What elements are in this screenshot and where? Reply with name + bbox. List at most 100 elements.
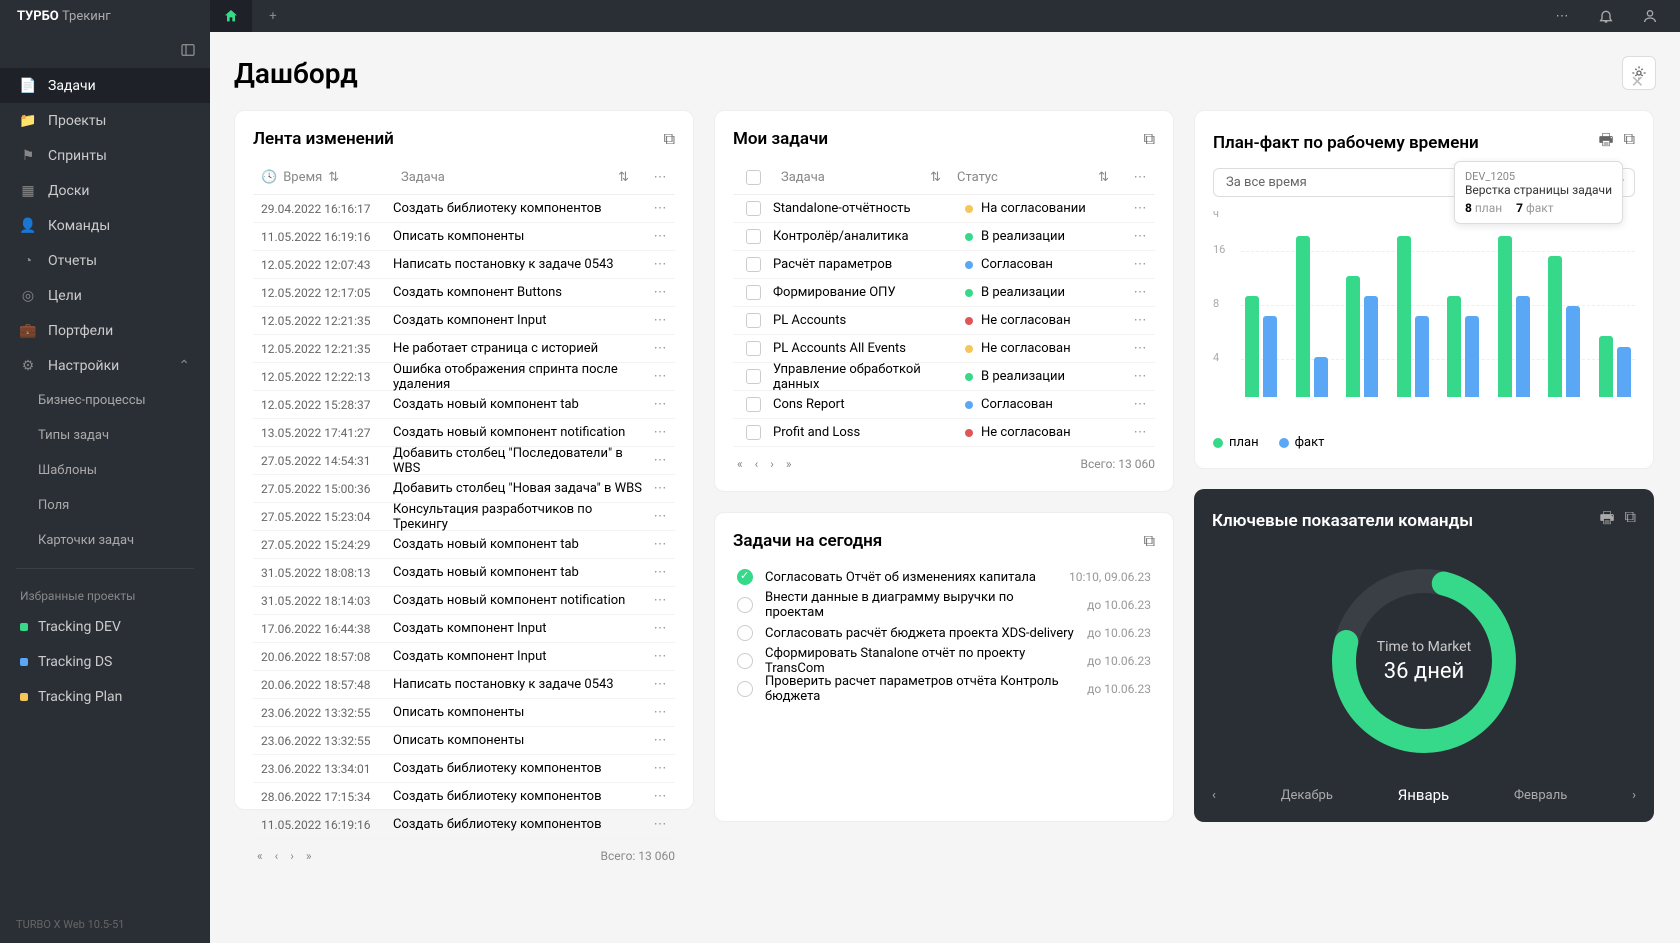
table-row[interactable]: 27.05.2022 15:24:29Создать новый компоне… [253, 531, 675, 559]
row-menu-icon[interactable]: ⋯ [645, 285, 675, 300]
table-row[interactable]: 31.05.2022 18:14:03Создать новый компоне… [253, 587, 675, 615]
table-row[interactable]: 11.05.2022 16:19:16Создать библиотеку ко… [253, 811, 675, 839]
sort-icon[interactable]: ⇅ [1098, 170, 1109, 185]
more-icon[interactable]: ⋯ [1544, 0, 1580, 32]
sidebar-item-target[interactable]: ◎Цели [0, 278, 210, 313]
table-row[interactable]: Контролёр/аналитикаВ реализации⋯ [733, 223, 1155, 251]
bar-group[interactable] [1296, 236, 1329, 398]
month-prev-label[interactable]: Декабрь [1281, 788, 1333, 803]
pager-last[interactable]: » [302, 847, 316, 865]
table-row[interactable]: 23.06.2022 13:32:55Описать компоненты⋯ [253, 727, 675, 755]
row-menu-icon[interactable]: ⋯ [645, 621, 675, 636]
row-checkbox[interactable] [746, 285, 761, 300]
table-row[interactable]: 17.06.2022 16:44:38Создать компонент Inp… [253, 615, 675, 643]
today-item[interactable]: Согласовать расчёт бюджета проекта XDS-d… [733, 619, 1155, 647]
row-menu-icon[interactable]: ⋯ [1125, 313, 1155, 328]
table-row[interactable]: PL AccountsНе согласован⋯ [733, 307, 1155, 335]
table-row[interactable]: 27.05.2022 15:23:04Консультация разработ… [253, 503, 675, 531]
row-menu-icon[interactable]: ⋯ [645, 593, 675, 608]
row-menu-icon[interactable]: ⋯ [645, 369, 675, 384]
today-item[interactable]: Согласовать Отчёт об изменениях капитала… [733, 563, 1155, 591]
pager-first[interactable]: « [253, 847, 267, 865]
home-tab[interactable] [210, 0, 252, 32]
row-menu-icon[interactable]: ⋯ [1125, 257, 1155, 272]
bar-group[interactable] [1599, 336, 1632, 397]
open-icon[interactable]: ⧉ [1144, 531, 1155, 551]
task-radio[interactable] [737, 653, 753, 669]
bar-group[interactable] [1498, 236, 1531, 398]
table-row[interactable]: Формирование ОПУВ реализации⋯ [733, 279, 1155, 307]
row-menu-icon[interactable]: ⋯ [645, 817, 675, 832]
table-row[interactable]: 12.05.2022 12:07:43Написать постановку к… [253, 251, 675, 279]
open-icon[interactable]: ⧉ [664, 129, 675, 149]
month-next-label[interactable]: Февраль [1514, 788, 1567, 803]
table-row[interactable]: 11.05.2022 16:19:16Описать компоненты⋯ [253, 223, 675, 251]
sidebar-item-gear[interactable]: ⚙Настройки⌃ [0, 348, 210, 383]
month-next-btn[interactable]: › [1632, 788, 1636, 803]
table-row[interactable]: 31.05.2022 18:08:13Создать новый компоне… [253, 559, 675, 587]
table-row[interactable]: 23.06.2022 13:32:55Описать компоненты⋯ [253, 699, 675, 727]
task-radio[interactable] [737, 569, 753, 585]
bar-group[interactable] [1447, 296, 1480, 397]
row-checkbox[interactable] [746, 201, 761, 216]
task-radio[interactable] [737, 597, 753, 613]
table-row[interactable]: 23.06.2022 13:34:01Создать библиотеку ко… [253, 755, 675, 783]
row-menu-icon[interactable]: ⋯ [1125, 369, 1155, 384]
row-checkbox[interactable] [746, 341, 761, 356]
row-menu-icon[interactable]: ⋯ [1125, 229, 1155, 244]
col-task-header[interactable]: Задача [401, 170, 445, 185]
print-icon[interactable]: 🖶 [1598, 129, 1613, 156]
open-icon[interactable]: ⧉ [1144, 129, 1155, 149]
row-menu-icon[interactable]: ⋯ [645, 397, 675, 412]
row-menu-icon[interactable]: ⋯ [1125, 201, 1155, 216]
select-all-checkbox[interactable] [746, 170, 761, 185]
sidebar-item-chart[interactable]: ◔Отчеты [0, 243, 210, 278]
row-checkbox[interactable] [746, 397, 761, 412]
close-icon[interactable]: ✕ [1631, 72, 1644, 91]
pager-first[interactable]: « [733, 455, 747, 473]
table-row[interactable]: Управление обработкой данныхВ реализации… [733, 363, 1155, 391]
col-menu-icon[interactable]: ⋯ [1125, 170, 1155, 185]
table-row[interactable]: 27.05.2022 14:54:31Добавить столбец "Пос… [253, 447, 675, 475]
pager-prev[interactable]: ‹ [271, 847, 283, 865]
sidebar-item-briefcase[interactable]: 💼Портфели [0, 313, 210, 348]
today-item[interactable]: Внести данные в диаграмму выручки по про… [733, 591, 1155, 619]
table-row[interactable]: 20.06.2022 18:57:08Создать компонент Inp… [253, 643, 675, 671]
table-row[interactable]: 12.05.2022 12:21:35Создать компонент Inp… [253, 307, 675, 335]
today-item[interactable]: Проверить расчет параметров отчёта Контр… [733, 675, 1155, 703]
row-checkbox[interactable] [746, 257, 761, 272]
month-prev-btn[interactable]: ‹ [1212, 788, 1216, 803]
row-checkbox[interactable] [746, 425, 761, 440]
bar-group[interactable] [1548, 256, 1581, 397]
sidebar-toggle-icon[interactable] [0, 32, 210, 68]
sidebar-item-tasks[interactable]: 📄Задачи [0, 68, 210, 103]
bell-icon[interactable] [1588, 0, 1624, 32]
table-row[interactable]: 13.05.2022 17:41:27Создать новый компоне… [253, 419, 675, 447]
row-checkbox[interactable] [746, 369, 761, 384]
task-radio[interactable] [737, 625, 753, 641]
bar-group[interactable] [1346, 276, 1379, 397]
col-status-header[interactable]: Статус [957, 170, 998, 185]
print-icon[interactable]: 🖶 [1599, 507, 1614, 534]
table-row[interactable]: 12.05.2022 12:21:35Не работает страница … [253, 335, 675, 363]
open-icon[interactable]: ⧉ [1625, 507, 1636, 534]
col-time-header[interactable]: Время [283, 170, 322, 185]
table-row[interactable]: 12.05.2022 15:28:37Создать новый компоне… [253, 391, 675, 419]
col-task-header[interactable]: Задача [781, 170, 825, 185]
sidebar-subitem[interactable]: Бизнес-процессы [0, 383, 210, 418]
row-menu-icon[interactable]: ⋯ [645, 425, 675, 440]
row-menu-icon[interactable]: ⋯ [645, 313, 675, 328]
table-row[interactable]: Profit and LossНе согласован⋯ [733, 419, 1155, 447]
row-menu-icon[interactable]: ⋯ [645, 257, 675, 272]
sidebar-subitem[interactable]: Типы задач [0, 418, 210, 453]
table-row[interactable]: 12.05.2022 12:22:13Ошибка отображения сп… [253, 363, 675, 391]
sidebar-item-flag[interactable]: ⚑Спринты [0, 138, 210, 173]
col-menu-icon[interactable]: ⋯ [645, 170, 675, 185]
favorite-project[interactable]: Tracking Plan [0, 679, 210, 714]
row-menu-icon[interactable]: ⋯ [645, 341, 675, 356]
table-row[interactable]: Расчёт параметровСогласован⋯ [733, 251, 1155, 279]
row-menu-icon[interactable]: ⋯ [645, 229, 675, 244]
table-row[interactable]: Cons ReportСогласован⋯ [733, 391, 1155, 419]
pager-last[interactable]: » [782, 455, 796, 473]
favorite-project[interactable]: Tracking DEV [0, 609, 210, 644]
